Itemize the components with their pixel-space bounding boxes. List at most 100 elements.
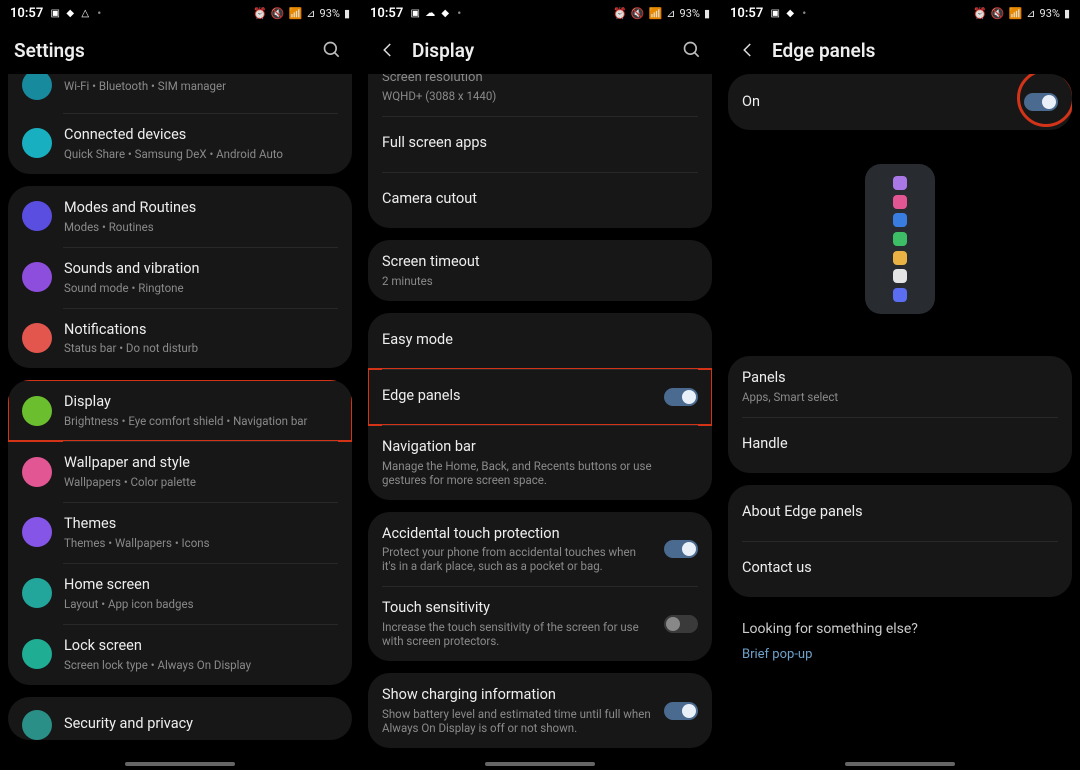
list-item-label: Security and privacy bbox=[64, 715, 338, 734]
settings-item-themes[interactable]: Themes Themes • Wallpapers • Icons bbox=[8, 502, 352, 563]
list-item-sub: WQHD+ (3088 x 1440) bbox=[382, 89, 698, 103]
display-item-resolution[interactable]: Screen resolution WQHD+ (3088 x 1440) bbox=[368, 74, 712, 116]
sounds-icon bbox=[22, 262, 52, 292]
list-item-sub: Quick Share • Samsung DeX • Android Auto bbox=[64, 147, 338, 161]
list-item-sub: 2 minutes bbox=[382, 274, 698, 288]
status-cloud-icon: △ bbox=[79, 7, 91, 19]
status-app-icon: ◆ bbox=[784, 7, 796, 19]
list-item-label: Screen resolution bbox=[382, 74, 698, 87]
preview-app-icon bbox=[893, 213, 907, 227]
list-item-label: Edge panels bbox=[382, 387, 652, 406]
accidental-touch-toggle[interactable] bbox=[664, 540, 698, 558]
page-title: Display bbox=[412, 39, 678, 62]
mute-icon: 🔇 bbox=[991, 7, 1005, 20]
battery-icon: ▮ bbox=[344, 7, 350, 20]
status-overflow-icon bbox=[97, 6, 101, 20]
settings-item-modes[interactable]: Modes and Routines Modes • Routines bbox=[8, 186, 352, 247]
search-button[interactable] bbox=[318, 40, 346, 60]
wifi-icon: 📶 bbox=[649, 7, 663, 20]
nav-handle[interactable] bbox=[845, 762, 955, 766]
settings-item-connections[interactable]: Wi-Fi • Bluetooth • SIM manager bbox=[8, 74, 352, 113]
settings-item-connected-devices[interactable]: Connected devices Quick Share • Samsung … bbox=[8, 113, 352, 174]
display-item-screen-timeout[interactable]: Screen timeout 2 minutes bbox=[368, 240, 712, 301]
settings-item-security[interactable]: Security and privacy bbox=[8, 697, 352, 740]
list-item-label: Sounds and vibration bbox=[64, 260, 338, 279]
display-item-edge-panels[interactable]: Edge panels bbox=[368, 369, 712, 425]
lock-screen-icon bbox=[22, 639, 52, 669]
edge-panel-preview bbox=[728, 142, 1072, 344]
preview-app-icon bbox=[893, 195, 907, 209]
list-item-label: Camera cutout bbox=[382, 190, 698, 209]
status-app-icon: ◆ bbox=[439, 7, 451, 19]
master-toggle-label: On bbox=[742, 93, 1012, 112]
display-icon bbox=[22, 396, 52, 426]
signal-icon: ⊿ bbox=[666, 7, 675, 20]
list-item-label: Full screen apps bbox=[382, 134, 698, 153]
list-item-sub: Brightness • Eye comfort shield • Naviga… bbox=[64, 414, 338, 428]
page-title: Edge panels bbox=[772, 39, 1066, 62]
show-charging-toggle[interactable] bbox=[664, 702, 698, 720]
edge-panels-item-about[interactable]: About Edge panels bbox=[728, 485, 1072, 541]
home-screen-icon bbox=[22, 578, 52, 608]
modes-icon bbox=[22, 201, 52, 231]
list-item-sub: Screen lock type • Always On Display bbox=[64, 658, 338, 672]
security-icon bbox=[22, 710, 52, 740]
status-bar: 10:57 ▣ ☁ ◆ ⏰ 🔇 📶 ⊿ 93% ▮ bbox=[360, 0, 720, 26]
settings-item-display[interactable]: Display Brightness • Eye comfort shield … bbox=[8, 380, 352, 441]
list-item-label: Panels bbox=[742, 369, 1058, 388]
page-title: Settings bbox=[14, 39, 318, 62]
status-time: 10:57 bbox=[10, 6, 43, 21]
edge-panels-master-row[interactable]: On bbox=[728, 74, 1072, 130]
display-item-easy-mode[interactable]: Easy mode bbox=[368, 313, 712, 369]
edge-panels-toggle[interactable] bbox=[664, 388, 698, 406]
settings-item-notifications[interactable]: Notifications Status bar • Do not distur… bbox=[8, 308, 352, 369]
signal-icon: ⊿ bbox=[1026, 7, 1035, 20]
list-item-sub: Increase the touch sensitivity of the sc… bbox=[382, 620, 652, 648]
preview-app-icon bbox=[893, 269, 907, 283]
back-button[interactable] bbox=[374, 41, 402, 59]
wifi-icon: 📶 bbox=[289, 7, 303, 20]
list-item-label: Modes and Routines bbox=[64, 199, 338, 218]
list-item-sub: Themes • Wallpapers • Icons bbox=[64, 536, 338, 550]
display-item-accidental-touch[interactable]: Accidental touch protection Protect your… bbox=[368, 512, 712, 587]
list-item-label: Lock screen bbox=[64, 637, 338, 656]
alarm-icon: ⏰ bbox=[613, 7, 627, 20]
brief-popup-link[interactable]: Brief pop-up bbox=[736, 643, 1064, 666]
nav-handle[interactable] bbox=[485, 762, 595, 766]
list-item-label: Touch sensitivity bbox=[382, 599, 652, 618]
edge-panels-item-contact[interactable]: Contact us bbox=[728, 541, 1072, 597]
connected-devices-icon bbox=[22, 128, 52, 158]
display-item-fullscreen-apps[interactable]: Full screen apps bbox=[368, 116, 712, 172]
status-time: 10:57 bbox=[730, 6, 763, 21]
display-item-navigation-bar[interactable]: Navigation bar Manage the Home, Back, an… bbox=[368, 425, 712, 500]
list-item-label: Navigation bar bbox=[382, 438, 698, 457]
display-header: Display bbox=[360, 26, 720, 74]
list-item-label: Home screen bbox=[64, 576, 338, 595]
settings-item-sounds[interactable]: Sounds and vibration Sound mode • Ringto… bbox=[8, 247, 352, 308]
nav-handle[interactable] bbox=[125, 762, 235, 766]
display-item-camera-cutout[interactable]: Camera cutout bbox=[368, 172, 712, 228]
back-button[interactable] bbox=[734, 41, 762, 59]
settings-header: Settings bbox=[0, 26, 360, 74]
edge-panels-master-toggle[interactable] bbox=[1024, 93, 1058, 111]
looking-for-else-label: Looking for something else? bbox=[736, 611, 1064, 643]
settings-item-lock-screen[interactable]: Lock screen Screen lock type • Always On… bbox=[8, 624, 352, 685]
list-item-label: Notifications bbox=[64, 321, 338, 340]
display-item-show-charging[interactable]: Show charging information Show battery l… bbox=[368, 673, 712, 748]
themes-icon bbox=[22, 517, 52, 547]
gallery-indicator-icon: ▣ bbox=[769, 7, 781, 19]
display-item-touch-sensitivity[interactable]: Touch sensitivity Increase the touch sen… bbox=[368, 586, 712, 661]
list-item-label: Show charging information bbox=[382, 686, 652, 705]
search-button[interactable] bbox=[678, 40, 706, 60]
settings-item-wallpaper[interactable]: Wallpaper and style Wallpapers • Color p… bbox=[8, 441, 352, 502]
status-cloud-icon: ☁ bbox=[424, 7, 436, 19]
touch-sensitivity-toggle[interactable] bbox=[664, 615, 698, 633]
signal-icon: ⊿ bbox=[306, 7, 315, 20]
settings-item-home[interactable]: Home screen Layout • App icon badges bbox=[8, 563, 352, 624]
list-item-label: Themes bbox=[64, 515, 338, 534]
battery-percent: 93% bbox=[680, 7, 700, 20]
notifications-icon bbox=[22, 323, 52, 353]
edge-panels-item-handle[interactable]: Handle bbox=[728, 417, 1072, 473]
edge-panels-item-panels[interactable]: Panels Apps, Smart select bbox=[728, 356, 1072, 417]
list-item-label: Contact us bbox=[742, 559, 1058, 578]
